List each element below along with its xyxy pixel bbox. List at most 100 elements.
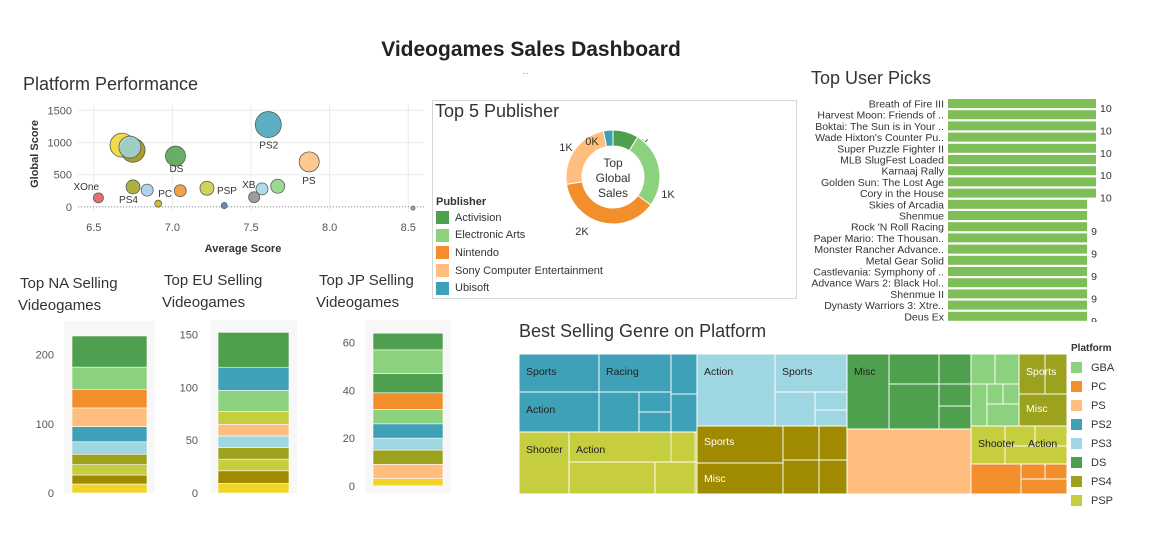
legend-label: Sony Computer Entertainment xyxy=(455,264,603,277)
legend-swatch xyxy=(436,264,449,278)
legend-label: PC xyxy=(1091,380,1107,393)
top-jp-stacked-bar[interactable]: 0 20 40 60 xyxy=(305,310,465,500)
stack-segment xyxy=(372,349,444,375)
stack-segment xyxy=(217,366,290,391)
legend-label: Ubisoft xyxy=(455,282,490,295)
publisher-legend-item[interactable]: Ubisoft xyxy=(436,279,603,297)
pick-bar xyxy=(948,211,1088,220)
platform-legend-item[interactable]: PSP xyxy=(1071,491,1114,510)
treemap-cell-label: Action xyxy=(576,444,605,456)
platform-legend-title: Platform xyxy=(1071,343,1112,354)
pick-label: Metal Gear Solid xyxy=(866,255,944,267)
legend-swatch xyxy=(1071,438,1082,449)
y-tick-label: 100 xyxy=(36,419,54,431)
pick-bar xyxy=(948,300,1088,310)
pick-value-label: 10 xyxy=(1100,193,1112,205)
best-genre-title: Best Selling Genre on Platform xyxy=(519,321,767,341)
pick-bar xyxy=(948,278,1088,288)
pick-bar xyxy=(948,244,1088,254)
y-tick-label: 50 xyxy=(186,435,198,447)
top-na-title-line1: Top NA Selling xyxy=(20,275,118,292)
pick-label: Boktai: The Sun is in Your .. xyxy=(815,121,944,133)
platform-legend-item[interactable]: PS4 xyxy=(1071,472,1114,491)
pick-bar xyxy=(948,255,1088,265)
top-user-picks-title: Top User Picks xyxy=(811,68,932,88)
legend-label: DS xyxy=(1091,456,1107,469)
stack-segment xyxy=(71,335,148,368)
pick-bar xyxy=(948,199,1088,209)
treemap-cell-label: Shooter xyxy=(526,444,563,456)
platform-legend-item[interactable]: PS3 xyxy=(1071,434,1114,453)
y-tick-label: 60 xyxy=(343,338,355,350)
platform-legend-item[interactable]: PC xyxy=(1071,377,1114,396)
platform-performance-scatter[interactable]: 6.5 7.0 7.5 8.0 8.5 0 500 1000 1500 Average Score… xyxy=(0,0,440,270)
donut-slice-label: 0K xyxy=(585,136,599,148)
treemap-cell-label: Racing xyxy=(606,366,639,378)
scatter-point xyxy=(118,135,142,159)
top-user-picks-bars[interactable]: Breath of Fire III 10 Harvest Moon: Friend… xyxy=(780,96,1120,323)
stack-segment xyxy=(372,423,444,439)
platform-legend-item[interactable]: GBA xyxy=(1071,358,1114,377)
legend-swatch xyxy=(1071,457,1082,468)
stack-segment xyxy=(217,435,290,448)
treemap-cell-label: Sports xyxy=(526,366,556,378)
legend-swatch xyxy=(1071,419,1082,430)
publisher-legend-item[interactable]: Electronic Arts xyxy=(436,227,603,245)
treemap-cell-label: Sports xyxy=(1026,366,1056,378)
platform-legend-item[interactable]: DS xyxy=(1071,453,1114,472)
y-tick-label: 40 xyxy=(343,385,355,397)
y-tick-label: 1500 xyxy=(48,105,72,117)
scatter-point xyxy=(93,192,104,204)
drag-handle[interactable]: ·· xyxy=(522,68,529,79)
point-label: PC xyxy=(158,189,172,200)
scatter-point xyxy=(125,179,141,195)
genre-platform-treemap[interactable]: Sports Racing Action Action Sports Misc Sports… xyxy=(519,354,1069,494)
top-eu-stacked-bar[interactable]: 0 50 100 150 xyxy=(150,310,310,500)
point-label: PS4 xyxy=(119,195,138,206)
donut-center-label: Global xyxy=(596,171,631,185)
publisher-legend-item[interactable]: Activision xyxy=(436,209,603,227)
scatter-point xyxy=(220,202,228,209)
pick-value-label: 9 xyxy=(1091,226,1097,238)
legend-label: GBA xyxy=(1091,361,1115,374)
publisher-legend: Publisher Activision Electronic Arts Ninte… xyxy=(436,196,603,297)
scatter-point xyxy=(298,151,320,173)
pick-label: Cory in the House xyxy=(860,188,944,200)
treemap-block-ps3 xyxy=(696,354,848,427)
top-eu-title: Top EU Selling Videogames xyxy=(162,270,262,314)
legend-swatch xyxy=(1071,381,1082,392)
publisher-legend-item[interactable]: Sony Computer Entertainment xyxy=(436,262,603,280)
pick-bar xyxy=(948,222,1088,232)
x-axis-label: Average Score xyxy=(205,243,282,255)
stack-segment xyxy=(372,437,444,451)
legend-label: Nintendo xyxy=(455,246,500,259)
legend-label: Activision xyxy=(455,211,502,224)
pick-label: Castlevania: Symphony of .. xyxy=(813,267,944,279)
platform-legend: Platform GBA PC PS PS2 PS3 DS PS4 PSP xyxy=(1071,343,1114,510)
platform-legend-item[interactable]: PS2 xyxy=(1071,415,1114,434)
stack-segment xyxy=(217,458,290,472)
y-tick-label: 200 xyxy=(36,350,54,362)
treemap-block-ps4 xyxy=(1018,354,1068,427)
top-jp-title-line1: Top JP Selling xyxy=(319,272,414,289)
scatter-point xyxy=(154,199,163,208)
top-na-stacked-bar[interactable]: 0 100 200 xyxy=(0,310,160,500)
pick-label: Shenmue xyxy=(899,211,944,223)
stack-segment xyxy=(372,373,444,394)
legend-label: PSP xyxy=(1091,494,1114,507)
stack-segment xyxy=(71,407,148,427)
y-tick-label: 150 xyxy=(180,329,198,341)
stack-segment xyxy=(372,449,444,465)
y-tick-label: 20 xyxy=(343,433,355,445)
donut-slice-label: 1K xyxy=(559,142,573,154)
publisher-legend-item[interactable]: Nintendo xyxy=(436,244,603,262)
pick-bar xyxy=(948,267,1088,276)
y-tick-label: 0 xyxy=(192,488,198,500)
x-tick-label: 7.5 xyxy=(243,222,258,234)
platform-legend-item[interactable]: PS xyxy=(1071,396,1114,415)
point-label: XB xyxy=(242,180,256,191)
pick-label: Rock 'N Roll Racing xyxy=(851,222,944,234)
pick-label: MLB SlugFest Loaded xyxy=(840,155,944,167)
pick-value-label: 10 xyxy=(1100,125,1112,137)
stack-segment xyxy=(71,464,148,476)
